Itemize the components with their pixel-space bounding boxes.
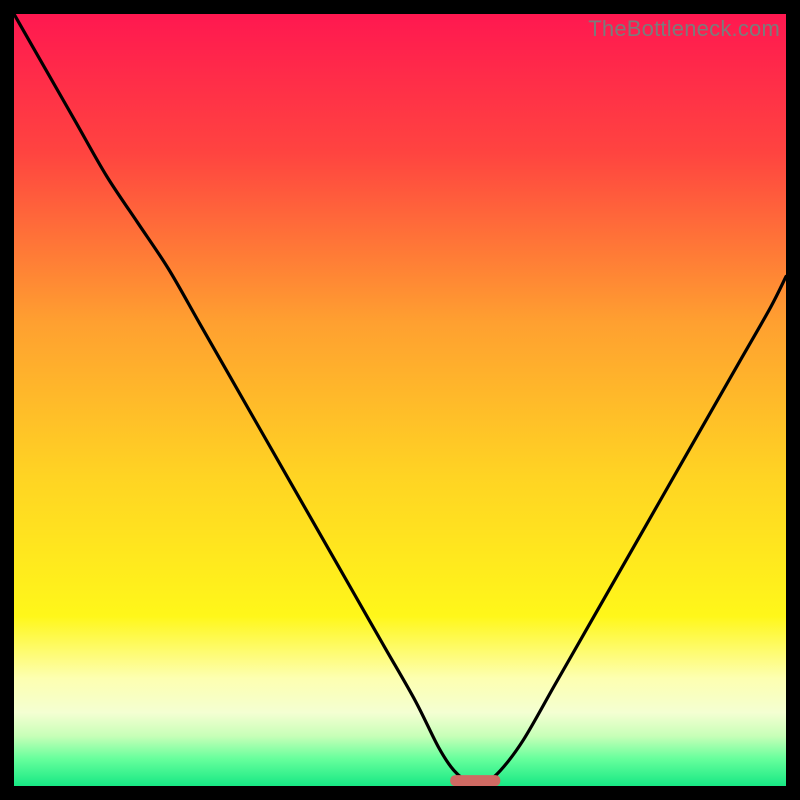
chart-canvas [14, 14, 786, 786]
gradient-background [14, 14, 786, 786]
optimal-marker [450, 775, 500, 786]
chart-frame: TheBottleneck.com [14, 14, 786, 786]
watermark-text: TheBottleneck.com [588, 16, 780, 42]
